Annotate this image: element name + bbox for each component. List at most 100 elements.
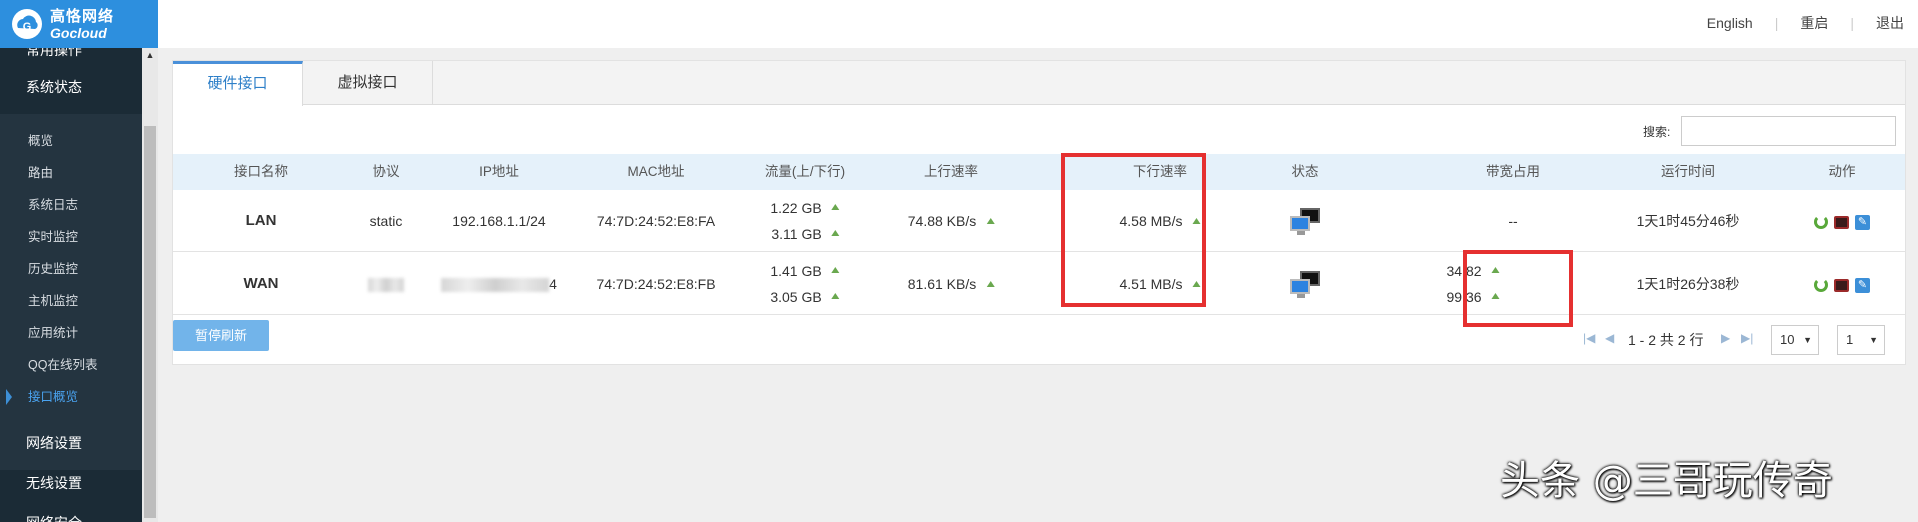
down-rate: 4.51 MB/s	[1119, 253, 1201, 315]
cloud-logo-icon: G	[10, 7, 44, 41]
monitor-icon[interactable]	[1834, 215, 1849, 229]
top-bar: G 高恪网络 Gocloud English | 重启 | 退出	[0, 0, 1918, 48]
bandwidth-up: 34.82	[1446, 263, 1482, 279]
interface-tabs: 硬件接口 虚拟接口	[173, 61, 1905, 106]
sidebar-item-app-stats[interactable]: 应用统计	[8, 317, 142, 349]
up-arrow-icon	[986, 218, 995, 225]
uptime: 1天1时26分38秒	[1636, 276, 1740, 292]
up-arrow-icon	[1491, 267, 1500, 273]
up-arrow-icon	[831, 267, 840, 273]
mac-address: 74:7D:24:52:E8:FA	[596, 213, 716, 229]
page-number-select[interactable]: 1 ▼	[1837, 325, 1885, 355]
brand-name-cn: 高恪网络	[50, 7, 115, 25]
uptime: 1天1时45分46秒	[1636, 213, 1740, 229]
table-row: LAN static 192.168.1.1/24 74:7D:24:52:E8…	[173, 190, 1905, 252]
traffic-down: 3.05 GB	[770, 289, 822, 305]
header-mac: MAC地址	[627, 164, 685, 179]
brand-logo[interactable]: G 高恪网络 Gocloud	[0, 0, 158, 48]
sidebar-section-network[interactable]: 网络设置	[0, 423, 142, 463]
refresh-icon[interactable]	[1814, 278, 1828, 293]
main-panel: 硬件接口 虚拟接口 搜索: 接口名称 协议 IP地址 MAC地址 流量(上/下行…	[172, 60, 1906, 365]
english-link[interactable]: English	[1685, 15, 1775, 31]
ip-suffix: 4	[549, 276, 557, 292]
search-label: 搜索:	[1643, 125, 1671, 139]
sidebar-item-history-monitor[interactable]: 历史监控	[8, 253, 142, 285]
table-row: WAN 4 74:7D:24:52:E8:FB 1.41 GB 3.05 GB …	[173, 253, 1905, 315]
refresh-icon[interactable]	[1814, 215, 1828, 230]
sidebar-item-interface-overview[interactable]: 接口概览	[6, 381, 142, 413]
last-page-icon[interactable]: ▶|	[1741, 331, 1753, 345]
svg-text:G: G	[23, 21, 32, 33]
header-protocol: 协议	[372, 164, 400, 179]
sidebar-section-security[interactable]: 网络安全	[0, 503, 142, 522]
bandwidth: --	[1508, 213, 1518, 229]
monitor-icon[interactable]	[1834, 278, 1849, 292]
sidebar-item-system-log[interactable]: 系统日志	[8, 189, 142, 221]
top-nav: English | 重启 | 退出	[1685, 0, 1918, 46]
header-action: 动作	[1828, 164, 1856, 179]
edit-icon[interactable]: ✎	[1855, 214, 1870, 230]
sidebar: 常用操作 系统状态 概览 路由 系统日志 实时监控 历史监控 主机监控 应用统计…	[0, 48, 158, 522]
action-cell: ✎	[1814, 190, 1870, 252]
bandwidth-down: 99.36	[1446, 289, 1482, 305]
status-cell	[1290, 253, 1320, 315]
pager-info: 1 - 2 共 2 行	[1628, 332, 1704, 348]
traffic-up: 1.41 GB	[770, 263, 822, 279]
traffic: 1.41 GB 3.05 GB	[770, 253, 840, 315]
header-ip: IP地址	[479, 164, 519, 179]
sidebar-section-common[interactable]: 常用操作	[0, 48, 142, 61]
network-computers-icon	[1290, 271, 1320, 299]
up-arrow-icon	[1491, 293, 1500, 299]
up-rate: 74.88 KB/s	[908, 190, 995, 252]
up-rate: 81.61 KB/s	[908, 253, 995, 315]
traffic-down: 3.11 GB	[771, 226, 822, 242]
up-arrow-icon	[831, 204, 840, 210]
ip-address-blurred: 4	[441, 253, 557, 315]
header-interface-name: 接口名称	[234, 164, 288, 179]
mac-address: 74:7D:24:52:E8:FB	[596, 276, 716, 292]
tab-virtual-interface[interactable]: 虚拟接口	[303, 61, 433, 105]
ip-address: 192.168.1.1/24	[452, 213, 546, 229]
sidebar-section-wireless[interactable]: 无线设置	[0, 463, 142, 503]
watermark: 头条 @三哥玩传奇	[1500, 458, 1833, 504]
action-cell: ✎	[1814, 253, 1870, 315]
protocol: static	[369, 213, 403, 229]
network-computers-icon	[1290, 208, 1320, 236]
scrollbar-thumb[interactable]	[144, 126, 156, 518]
next-page-icon[interactable]: ▶	[1721, 331, 1730, 345]
sidebar-section-system-status[interactable]: 系统状态	[0, 68, 142, 106]
traffic-up: 1.22 GB	[770, 200, 822, 216]
pause-refresh-button[interactable]: 暂停刷新	[173, 320, 269, 351]
sidebar-scrollbar[interactable]: ▲	[142, 48, 158, 522]
header-down-rate: 下行速率	[1133, 164, 1187, 179]
interface-name: WAN	[243, 275, 279, 292]
sidebar-item-qq-online[interactable]: QQ在线列表	[8, 349, 142, 381]
page-size-select[interactable]: 10 ▼	[1771, 325, 1819, 355]
up-arrow-icon	[986, 281, 995, 288]
bandwidth: 34.82 99.36	[1446, 253, 1500, 315]
reboot-link[interactable]: 重启	[1778, 13, 1850, 33]
down-rate: 4.58 MB/s	[1119, 190, 1201, 252]
traffic: 1.22 GB 3.11 GB	[770, 190, 840, 252]
interface-name: LAN	[245, 212, 277, 229]
sidebar-item-realtime-monitor[interactable]: 实时监控	[8, 221, 142, 253]
sidebar-item-overview[interactable]: 概览	[8, 125, 142, 157]
header-uptime: 运行时间	[1661, 164, 1715, 179]
table-header: 接口名称 协议 IP地址 MAC地址 流量(上/下行) 上行速率 下行速率 状态…	[173, 154, 1905, 190]
sidebar-item-host-monitor[interactable]: 主机监控	[8, 285, 142, 317]
logout-link[interactable]: 退出	[1854, 13, 1918, 33]
brand-name-en: Gocloud	[50, 24, 107, 41]
search-input[interactable]	[1681, 116, 1896, 146]
tab-hardware-interface[interactable]: 硬件接口	[173, 61, 303, 106]
header-traffic: 流量(上/下行)	[764, 164, 846, 179]
protocol-blurred	[368, 253, 404, 315]
header-up-rate: 上行速率	[924, 164, 978, 179]
up-arrow-icon	[831, 230, 840, 236]
scroll-up-arrow-icon[interactable]: ▲	[142, 48, 158, 64]
sidebar-item-route[interactable]: 路由	[8, 157, 142, 189]
edit-icon[interactable]: ✎	[1855, 277, 1870, 293]
first-page-icon[interactable]: |◀	[1583, 331, 1595, 345]
prev-page-icon[interactable]: ◀	[1605, 331, 1614, 345]
header-bandwidth: 带宽占用	[1486, 164, 1540, 179]
up-arrow-icon	[1192, 281, 1201, 288]
